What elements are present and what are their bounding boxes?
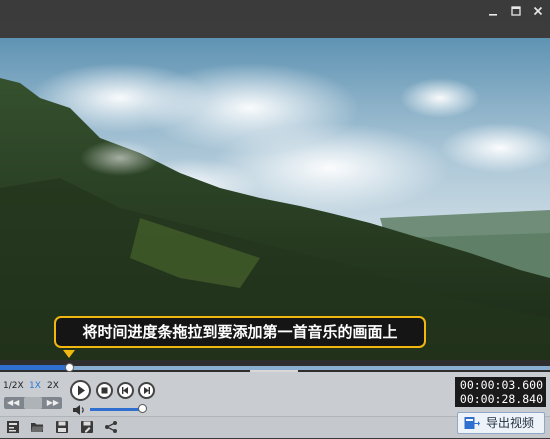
maximize-icon[interactable] [507, 3, 525, 19]
title-bar [0, 0, 550, 22]
volume-slider[interactable] [90, 408, 142, 411]
volume-icon[interactable] [72, 403, 86, 415]
video-frame-image [0, 38, 550, 360]
close-icon[interactable] [529, 3, 547, 19]
previous-frame-icon [122, 387, 128, 394]
speed-half[interactable]: 1/2X [3, 379, 24, 393]
speed-slider[interactable]: ◀◀ ▶▶ [4, 397, 62, 409]
next-frame-button[interactable] [138, 382, 155, 399]
save-icon[interactable] [55, 420, 69, 434]
share-icon[interactable] [104, 420, 118, 434]
minimize-icon[interactable] [484, 3, 502, 19]
speed-slider-handle[interactable] [24, 397, 42, 409]
next-frame-icon [144, 387, 150, 394]
video-preview [0, 38, 550, 360]
speed-slower-icon[interactable]: ◀◀ [7, 397, 19, 409]
play-icon [78, 385, 85, 396]
total-time: 00:00:28.840 [459, 392, 543, 406]
hint-tooltip-pointer [63, 350, 75, 358]
export-video-label: 导出视频 [486, 416, 535, 430]
play-button[interactable] [70, 380, 91, 401]
timeline-progress [0, 365, 69, 370]
export-icon [464, 416, 480, 430]
speed-faster-icon[interactable]: ▶▶ [47, 397, 59, 409]
save-as-icon[interactable] [80, 420, 94, 434]
open-folder-icon[interactable] [30, 420, 44, 434]
time-display: 00:00:03.600 00:00:28.840 [455, 377, 546, 407]
timeline-scrubber[interactable] [65, 363, 74, 372]
previous-frame-button[interactable] [117, 382, 134, 399]
current-time: 00:00:03.600 [459, 378, 543, 392]
video-editor-window: 将时间进度条拖拉到要添加第一首音乐的画面上 ⌄ 1/2X 1X 2X ◀◀ ▶▶… [0, 0, 550, 438]
speed-double[interactable]: 2X [47, 379, 59, 393]
volume-slider-handle[interactable] [138, 404, 147, 413]
stop-button[interactable] [96, 382, 113, 399]
new-project-icon[interactable] [6, 420, 20, 434]
stop-icon [101, 387, 108, 394]
speed-normal[interactable]: 1X [29, 379, 41, 393]
hint-tooltip: 将时间进度条拖拉到要添加第一首音乐的画面上 [54, 316, 426, 348]
export-video-button[interactable]: 导出视频 [457, 412, 545, 434]
